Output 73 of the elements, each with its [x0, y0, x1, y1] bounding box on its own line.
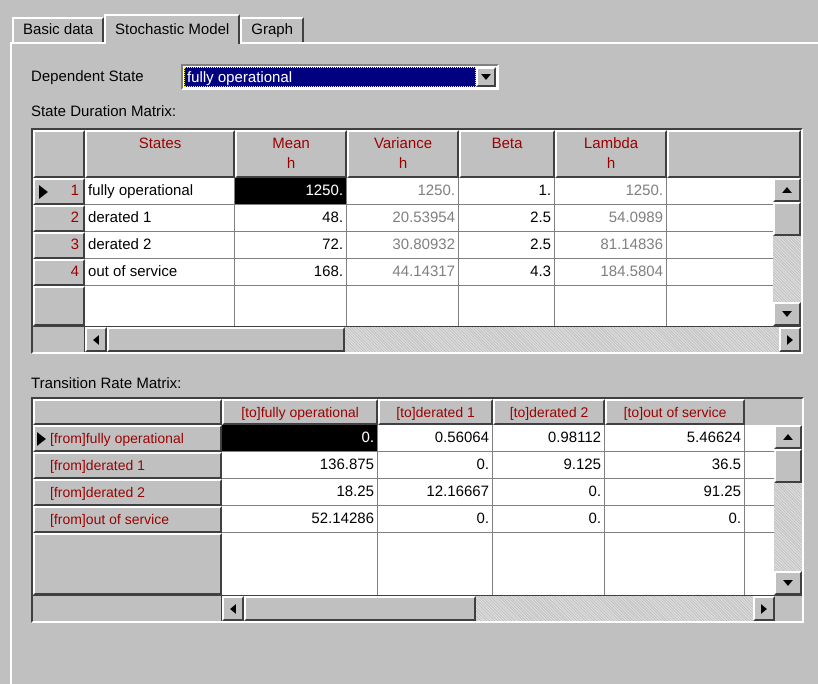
- row-header[interactable]: [from]derated 1: [33, 452, 222, 479]
- table-cell[interactable]: 81.14836: [555, 232, 667, 259]
- row-header[interactable]: [from]fully operational: [33, 425, 222, 452]
- dropdown[interactable]: fully operational: [181, 64, 499, 90]
- table-cell[interactable]: out of service: [85, 259, 235, 286]
- column-header[interactable]: Beta: [459, 130, 555, 178]
- table-cell[interactable]: 18.25: [222, 479, 378, 506]
- scroll-left-icon[interactable]: [222, 596, 244, 621]
- table-cell[interactable]: 54.0989: [555, 205, 667, 232]
- table-cell[interactable]: 168.: [235, 259, 347, 286]
- table-cell[interactable]: 0.: [222, 425, 378, 452]
- table-cell[interactable]: 12.16667: [378, 479, 493, 506]
- table-cell[interactable]: 5.46624: [605, 425, 745, 452]
- scroll-down-icon[interactable]: [774, 571, 802, 595]
- table-cell[interactable]: 136.875: [222, 452, 378, 479]
- table-cell[interactable]: derated 1: [85, 205, 235, 232]
- table-cell[interactable]: 2.5: [459, 232, 555, 259]
- table-cell[interactable]: 0.: [378, 506, 493, 533]
- table-cell[interactable]: 0.: [493, 506, 605, 533]
- scroll-up-icon[interactable]: [774, 425, 802, 449]
- table-cell[interactable]: 0.: [605, 506, 745, 533]
- table-cell[interactable]: 1.: [459, 178, 555, 205]
- table-cell[interactable]: 48.: [235, 205, 347, 232]
- table-cell[interactable]: 20.53954: [347, 205, 459, 232]
- row-header[interactable]: 2: [33, 205, 85, 232]
- column-header[interactable]: [to]derated 2: [493, 399, 605, 425]
- table-cell[interactable]: 0.98112: [493, 425, 605, 452]
- table-cell[interactable]: 72.: [235, 232, 347, 259]
- table-cell[interactable]: 184.5804: [555, 259, 667, 286]
- table-cell[interactable]: 52.14286: [222, 506, 378, 533]
- scroll-thumb[interactable]: [106, 327, 345, 352]
- column-header[interactable]: [to]fully operational: [222, 399, 378, 425]
- tab[interactable]: Stochastic Model: [104, 14, 240, 44]
- scroll-right-icon[interactable]: [753, 596, 775, 621]
- field-label: Dependent State: [31, 66, 145, 87]
- table-cell[interactable]: 91.25: [605, 479, 745, 506]
- table-cell[interactable]: 30.80932: [347, 232, 459, 259]
- scroll-up-icon[interactable]: [773, 178, 801, 202]
- column-header[interactable]: [to]out of service: [605, 399, 745, 425]
- scroll-thumb[interactable]: [773, 202, 801, 236]
- table-cell[interactable]: 1250.: [555, 178, 667, 205]
- table-cell[interactable]: fully operational: [85, 178, 235, 205]
- section-title: State Duration Matrix:: [31, 102, 178, 122]
- table-cell[interactable]: 0.56064: [378, 425, 493, 452]
- column-header[interactable]: Variance h: [347, 130, 459, 178]
- row-header[interactable]: 4: [33, 259, 85, 286]
- column-header[interactable]: Lambda h: [555, 130, 667, 178]
- column-header[interactable]: States: [85, 130, 235, 178]
- table-cell[interactable]: derated 2: [85, 232, 235, 259]
- table-cell[interactable]: 4.3: [459, 259, 555, 286]
- scroll-thumb[interactable]: [774, 449, 802, 483]
- column-header[interactable]: [to]derated 1: [378, 399, 493, 425]
- column-header[interactable]: Mean h: [235, 130, 347, 178]
- table-cell[interactable]: 9.125: [493, 452, 605, 479]
- scroll-thumb[interactable]: [244, 596, 476, 621]
- row-header[interactable]: 1: [33, 178, 85, 205]
- table-cell[interactable]: 1250.: [235, 178, 347, 205]
- table-cell[interactable]: 0.: [378, 452, 493, 479]
- current-row-icon: [39, 184, 48, 198]
- table-cell[interactable]: 36.5: [605, 452, 745, 479]
- row-header[interactable]: 3: [33, 232, 85, 259]
- tab[interactable]: Graph: [240, 17, 304, 42]
- tab[interactable]: Basic data: [12, 17, 104, 42]
- table-cell[interactable]: 1250.: [347, 178, 459, 205]
- row-header[interactable]: [from]out of service: [33, 506, 222, 533]
- table-cell[interactable]: 0.: [493, 479, 605, 506]
- row-header[interactable]: [from]derated 2: [33, 479, 222, 506]
- table-cell[interactable]: 2.5: [459, 205, 555, 232]
- scroll-left-icon[interactable]: [84, 327, 107, 352]
- section-title: Transition Rate Matrix:: [31, 374, 182, 394]
- scroll-right-icon[interactable]: [779, 327, 801, 352]
- scroll-down-icon[interactable]: [773, 302, 801, 326]
- table-cell[interactable]: 44.14317: [347, 259, 459, 286]
